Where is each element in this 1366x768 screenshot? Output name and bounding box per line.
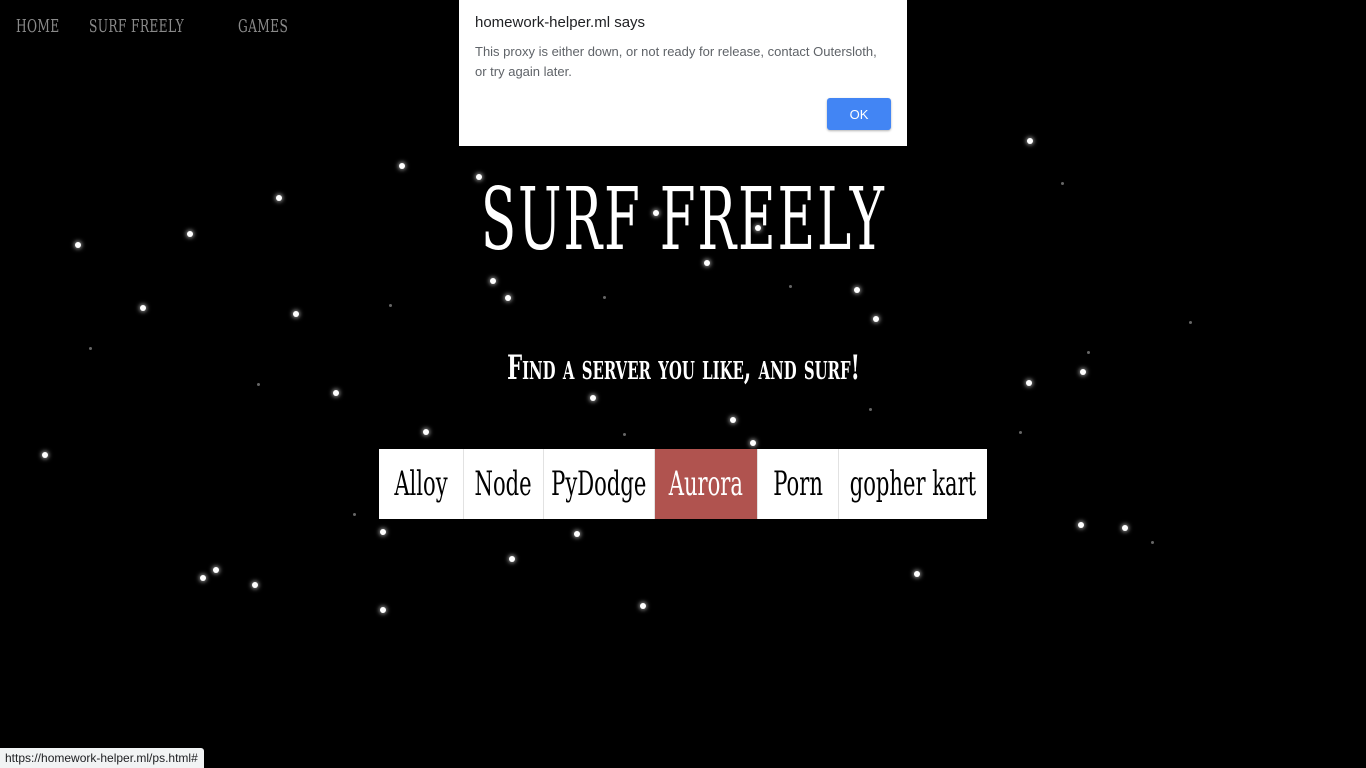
star-dot (505, 295, 511, 301)
star-dot (509, 556, 515, 562)
star-dot (293, 311, 299, 317)
star-dot (1122, 525, 1128, 531)
status-bar-url: https://homework-helper.ml/ps.html# (0, 748, 204, 768)
server-button-pydodge[interactable]: PyDodge (544, 449, 655, 519)
server-button-gopher-kart[interactable]: gopher kart (839, 449, 987, 519)
star-dot (140, 305, 146, 311)
star-dot (399, 163, 405, 169)
star-dot (868, 407, 872, 411)
star-dot (1018, 430, 1022, 434)
server-button-label: Porn (773, 464, 823, 504)
star-dot (873, 316, 879, 322)
star-dot (42, 452, 48, 458)
star-dot (1188, 320, 1192, 324)
server-button-node[interactable]: Node (464, 449, 544, 519)
page-title: Surf Freely (0, 170, 1366, 270)
nav-link-surf-freely[interactable]: Surf Freely (89, 16, 184, 37)
alert-dialog: homework-helper.ml says This proxy is ei… (459, 0, 907, 146)
star-dot (750, 440, 756, 446)
nav-link-home[interactable]: Home (16, 16, 60, 37)
server-button-alloy[interactable]: Alloy (379, 449, 464, 519)
top-navigation: Home Surf Freely Games (0, 0, 288, 52)
page-title-text: Surf Freely (480, 170, 886, 270)
server-button-label: Aurora (668, 464, 744, 504)
star-dot (622, 432, 626, 436)
star-dot (252, 582, 258, 588)
star-dot (1027, 138, 1033, 144)
server-button-aurora[interactable]: Aurora (655, 449, 758, 519)
server-button-label: Node (474, 464, 533, 504)
star-dot (590, 395, 596, 401)
star-dot (200, 575, 206, 581)
server-button-porn[interactable]: Porn (758, 449, 839, 519)
dialog-title: homework-helper.ml says (475, 14, 646, 31)
nav-link-games[interactable]: Games (238, 16, 288, 37)
star-dot (788, 284, 792, 288)
server-tab-bar: Alloy Node PyDodge Aurora Porn gopher ka… (379, 449, 987, 519)
star-dot (730, 417, 736, 423)
ok-button[interactable]: OK (827, 98, 891, 130)
star-dot (423, 429, 429, 435)
star-dot (1078, 522, 1084, 528)
star-dot (333, 390, 339, 396)
star-dot (380, 607, 386, 613)
star-dot (380, 529, 386, 535)
server-button-label: gopher kart (849, 464, 977, 504)
star-dot (490, 278, 496, 284)
dialog-message: This proxy is either down, or not ready … (475, 44, 877, 79)
server-button-label: PyDodge (551, 464, 647, 504)
star-dot (1150, 540, 1154, 544)
star-dot (352, 512, 356, 516)
star-dot (602, 295, 606, 299)
star-dot (388, 303, 392, 307)
server-button-label: Alloy (394, 464, 448, 504)
star-dot (914, 571, 920, 577)
star-dot (640, 603, 646, 609)
star-dot (213, 567, 219, 573)
page-subtitle-text: Find a server you like, and surf! (506, 348, 860, 388)
star-dot (574, 531, 580, 537)
star-dot (854, 287, 860, 293)
page-subtitle: Find a server you like, and surf! (0, 348, 1366, 388)
